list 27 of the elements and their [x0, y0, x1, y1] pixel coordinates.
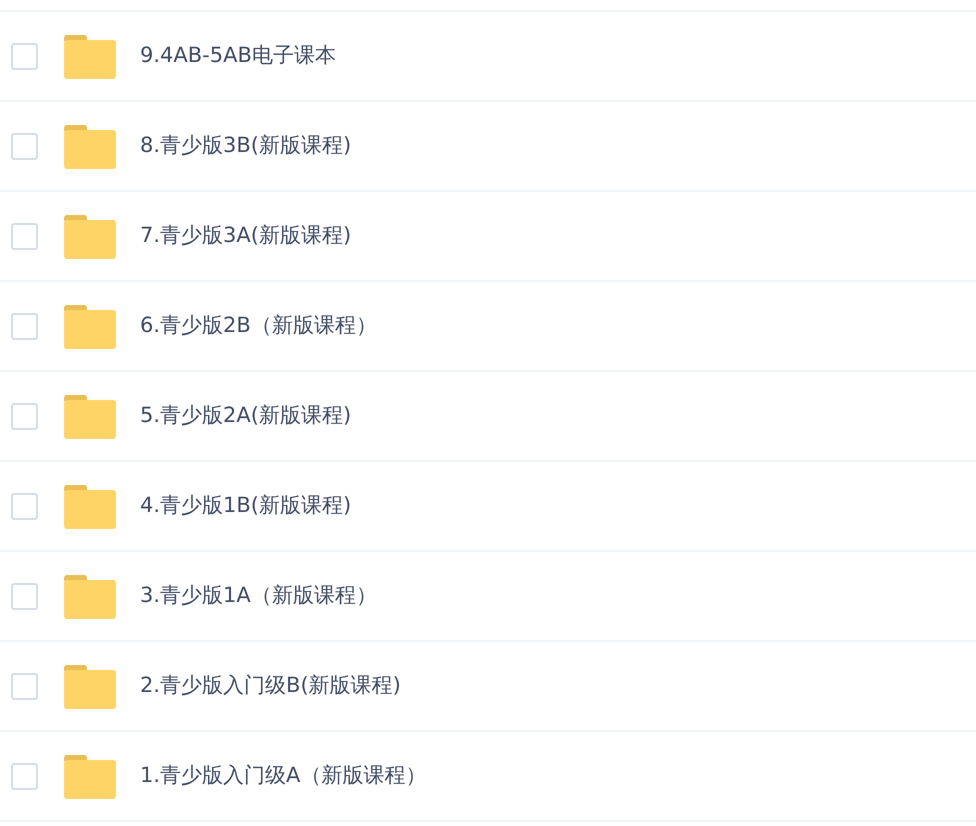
folder-name[interactable]: 6.青少版2B（新版课程） — [140, 310, 377, 342]
folder-name[interactable]: 5.青少版2A(新版课程) — [140, 400, 352, 432]
folder-icon — [64, 574, 116, 618]
checkbox[interactable] — [11, 402, 38, 430]
checkbox[interactable] — [11, 672, 38, 700]
folder-icon — [64, 394, 116, 438]
checkbox[interactable] — [11, 312, 38, 340]
checkbox[interactable] — [11, 42, 38, 70]
folder-icon — [64, 214, 116, 258]
checkbox[interactable] — [11, 582, 38, 610]
folder-name[interactable]: 9.4AB-5AB电子课本 — [140, 40, 336, 72]
folder-name[interactable]: 2.青少版入门级B(新版课程) — [140, 670, 401, 702]
folder-name[interactable]: 8.青少版3B(新版课程) — [140, 130, 352, 162]
folder-icon — [64, 304, 116, 348]
folder-name[interactable]: 1.青少版入门级A（新版课程） — [140, 760, 426, 792]
folder-name[interactable]: 7.青少版3A(新版课程) — [140, 220, 352, 252]
folder-icon — [64, 34, 116, 78]
folder-icon — [64, 754, 116, 798]
checkbox[interactable] — [11, 762, 38, 790]
folder-icon — [64, 124, 116, 168]
folder-name[interactable]: 3.青少版1A（新版课程） — [140, 580, 377, 612]
checkbox[interactable] — [11, 132, 38, 160]
folder-name[interactable]: 4.青少版1B(新版课程) — [140, 490, 352, 522]
checkbox[interactable] — [11, 492, 38, 520]
folder-icon — [64, 664, 116, 708]
folder-icon — [64, 484, 116, 528]
checkbox[interactable] — [11, 222, 38, 250]
